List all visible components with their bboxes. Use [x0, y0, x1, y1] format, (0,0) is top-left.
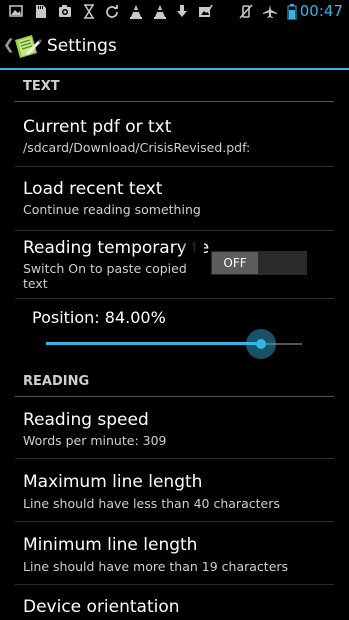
image-icon — [8, 4, 24, 20]
pref-title: Reading speed — [23, 410, 149, 430]
pref-title: Minimum line length — [23, 535, 198, 555]
camera-icon — [57, 4, 73, 20]
position-slider[interactable] — [46, 329, 302, 359]
divider — [15, 101, 334, 102]
download-icon — [174, 4, 190, 20]
pref-load-recent[interactable]: Load recent text Continue reading someth… — [0, 167, 349, 230]
section-header-text: TEXT — [0, 70, 349, 102]
photo-check-icon — [197, 4, 213, 20]
pref-title: Maximum line length — [23, 472, 203, 492]
pref-summary: Words per minute: 309 — [23, 433, 167, 448]
page-title: Settings — [47, 36, 117, 56]
pref-max-line-length[interactable]: Maximum line length Line should have les… — [0, 459, 349, 521]
title-fade — [180, 236, 204, 264]
toggle-knob: OFF — [212, 252, 258, 274]
pref-summary: text — [23, 276, 48, 291]
slider-thumb[interactable] — [256, 339, 266, 349]
vibrate-off-icon — [238, 4, 254, 20]
traffic-cone-icon — [128, 4, 144, 20]
temporary-toggle-switch[interactable]: OFF — [211, 251, 307, 275]
section-header-label: READING — [23, 374, 90, 389]
pref-summary: /sdcard/Download/CrisisRevised.pdf: — [23, 140, 251, 155]
pref-title: Load recent text — [23, 179, 163, 199]
status-bar: 00:47 — [0, 0, 349, 25]
divider — [15, 298, 334, 299]
battery-icon — [284, 4, 300, 20]
sd-card-icon — [33, 4, 49, 20]
pref-min-line-length[interactable]: Minimum line length Line should have mor… — [0, 522, 349, 584]
status-time: 00:47 — [299, 2, 343, 20]
action-bar: ❮ Settings — [0, 25, 349, 68]
airplane-icon — [262, 4, 278, 20]
pref-summary: Line should have more than 19 characters — [23, 559, 289, 574]
section-header-reading: READING — [0, 365, 349, 397]
divider — [15, 396, 334, 397]
pref-title: Device orientation — [23, 597, 180, 617]
pref-title: Current pdf or txt — [23, 117, 172, 137]
slider-fill — [46, 342, 261, 345]
pref-reading-speed[interactable]: Reading speed Words per minute: 309 — [0, 398, 349, 458]
pref-summary: Line should have less than 40 characters — [23, 496, 280, 511]
hourglass-icon — [81, 4, 97, 20]
sync-icon — [104, 4, 120, 20]
traffic-cone-icon — [152, 4, 168, 20]
pref-summary: Continue reading something — [23, 202, 201, 217]
pref-device-orientation[interactable]: Device orientation — [0, 585, 349, 620]
section-header-label: TEXT — [23, 79, 60, 94]
position-label: Position: 84.00% — [32, 308, 166, 327]
pref-summary: Switch On to paste copied — [23, 261, 187, 276]
pref-current-file[interactable]: Current pdf or txt /sdcard/Download/Cris… — [0, 103, 349, 166]
app-icon[interactable] — [12, 31, 42, 61]
